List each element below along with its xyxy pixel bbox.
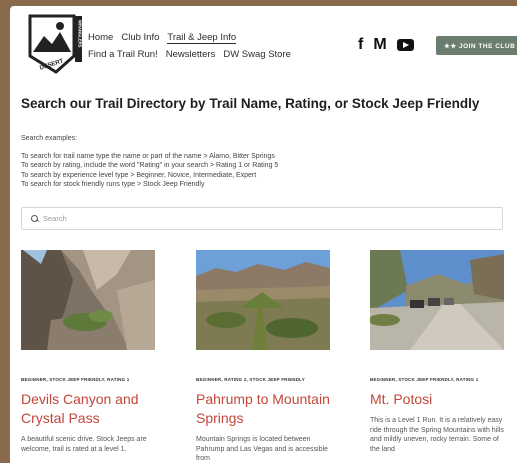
nav-swag-store[interactable]: DW Swag Store [223, 49, 291, 60]
trail-card[interactable]: BEGINNER, RATING 2, STOCK JEEP FRIENDLY … [196, 250, 330, 463]
trail-description: This is a Level 1 Run. It is a relativel… [370, 417, 504, 453]
join-the-club-button[interactable]: ★★ JOIN THE CLUB [436, 36, 517, 55]
desert-wranglers-logo[interactable]: WRANGLERS DESERT [26, 12, 84, 78]
nav-find-trail-run[interactable]: Find a Trail Run! [88, 49, 158, 60]
nav-row-1: Home Club Info Trail & Jeep Info [88, 32, 291, 44]
trail-name[interactable]: Devils Canyon and Crystal Pass [21, 390, 155, 428]
trail-tags: BEGINNER, RATING 2, STOCK JEEP FRIENDLY [196, 377, 305, 382]
search-box[interactable]: Search [21, 207, 503, 230]
examples-list: To search for trail name type the name o… [21, 152, 278, 189]
search-input[interactable]: Search [43, 214, 67, 223]
page-title: Search our Trail Directory by Trail Name… [21, 96, 480, 111]
trail-description: A beautiful scenic drive. Stock Jeeps ar… [21, 436, 147, 453]
trail-name[interactable]: Pahrump to Mountain Springs [196, 390, 330, 428]
nav-club-info[interactable]: Club Info [121, 32, 159, 44]
trail-name[interactable]: Mt. Potosi [370, 390, 504, 409]
nav-newsletters[interactable]: Newsletters [166, 49, 216, 60]
nav-row-2: Find a Trail Run! Newsletters DW Swag St… [88, 49, 291, 60]
search-icon [31, 215, 38, 222]
meetup-icon[interactable]: M [373, 37, 386, 53]
trail-card[interactable]: BEGINNER, STOCK JEEP FRIENDLY, RATING 1 … [21, 250, 155, 454]
trail-photo-pahrump[interactable] [196, 250, 330, 350]
example-line: To search by experience level type > Beg… [21, 171, 257, 179]
trail-photo-devils-canyon[interactable] [21, 250, 155, 350]
youtube-icon[interactable] [396, 39, 414, 51]
logo-side-text: WRANGLERS [78, 20, 83, 48]
trail-tags: BEGINNER, STOCK JEEP FRIENDLY, RATING 1 [21, 377, 130, 382]
trail-tags: BEGINNER, STOCK JEEP FRIENDLY, RATING 1 [370, 377, 479, 382]
example-line: To search for stock friendly runs type >… [21, 180, 205, 188]
nav-trail-jeep-info[interactable]: Trail & Jeep Info [167, 32, 237, 44]
example-line: To search for trail name type the name o… [21, 153, 275, 160]
trail-card[interactable]: BEGINNER, STOCK JEEP FRIENDLY, RATING 1 … [368, 250, 504, 454]
examples-heading: Search examples: [21, 135, 78, 142]
main-nav: Home Club Info Trail & Jeep Info Find a … [88, 32, 291, 65]
trail-photo-mt-potosi[interactable] [368, 250, 504, 350]
nav-home[interactable]: Home [88, 32, 113, 44]
example-line: To search by rating, include the word "R… [21, 162, 279, 170]
trail-description: Mountain Springs is located between Pahr… [196, 436, 328, 462]
facebook-icon[interactable]: f [358, 37, 363, 53]
social-links: f M [358, 37, 414, 53]
page: WRANGLERS DESERT Home Club Info Trail & … [10, 6, 517, 463]
